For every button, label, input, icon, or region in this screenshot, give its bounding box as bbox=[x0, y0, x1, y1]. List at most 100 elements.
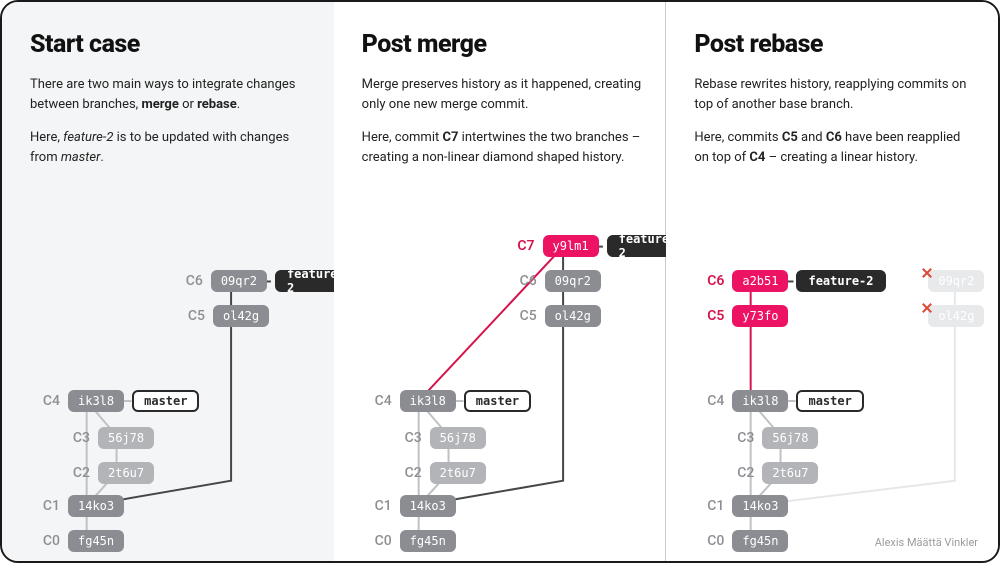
commit-hash: 2t6u7 bbox=[98, 462, 154, 484]
credit: Alexis Määttä Vinkler bbox=[875, 536, 978, 549]
commit-c4: C4 ik3l8 master bbox=[696, 390, 863, 412]
commit-label: C3 bbox=[394, 430, 422, 446]
branch-feature2: feature-2 bbox=[796, 270, 885, 292]
commit-hash: fg45n bbox=[400, 530, 456, 552]
commit-c3: C3 56j78 bbox=[726, 427, 818, 449]
commit-hash: 14ko3 bbox=[400, 495, 456, 517]
branch-master: master bbox=[132, 390, 199, 412]
title-start: Start case bbox=[30, 30, 310, 59]
commit-ghost-c5: ol42g bbox=[928, 305, 984, 327]
commit-label: C2 bbox=[394, 465, 422, 481]
commit-hash: ol42g bbox=[545, 305, 601, 327]
commit-hash: 56j78 bbox=[98, 427, 154, 449]
diagram-merge: C0 fg45n C1 14ko3 C2 2t6u7 C3 56j78 C4 bbox=[334, 241, 666, 561]
bold-rebase: rebase bbox=[197, 97, 237, 112]
commit-c0: C0 fg45n bbox=[364, 530, 456, 552]
commit-label: C6 bbox=[696, 273, 724, 289]
rebase-p1: Rebase rewrites history, reapplying comm… bbox=[694, 75, 974, 114]
commit-label: C2 bbox=[726, 465, 754, 481]
commit-c4: C4 ik3l8 master bbox=[32, 390, 199, 412]
col-start: Start case There are two main ways to in… bbox=[2, 2, 334, 561]
text: Here, commits bbox=[694, 130, 782, 145]
commit-hash: 09qr2 bbox=[211, 270, 267, 292]
commit-label: C6 bbox=[509, 273, 537, 289]
text: and bbox=[798, 130, 826, 145]
merge-p1: Merge preserves history as it happened, … bbox=[362, 75, 642, 114]
commit-hash: a2b51 bbox=[732, 270, 788, 292]
branch-master: master bbox=[796, 390, 863, 412]
title-merge: Post merge bbox=[362, 30, 642, 59]
delete-x-icon bbox=[922, 303, 932, 313]
commit-label: C0 bbox=[696, 533, 724, 549]
col-merge: Post merge Merge preserves history as it… bbox=[334, 2, 667, 561]
commit-c1: C1 14ko3 bbox=[696, 495, 788, 517]
commit-c5: C5 ol42g bbox=[509, 305, 601, 327]
commit-hash: 2t6u7 bbox=[762, 462, 818, 484]
start-p2: Here, feature-2 is to be updated with ch… bbox=[30, 128, 310, 167]
commit-c4: C4 ik3l8 master bbox=[364, 390, 531, 412]
commit-hash: 14ko3 bbox=[68, 495, 124, 517]
text: or bbox=[179, 97, 197, 112]
commit-c6: C6 09qr2 bbox=[509, 270, 601, 292]
start-p1: There are two main ways to integrate cha… bbox=[30, 75, 310, 114]
text: . bbox=[100, 150, 103, 165]
commit-label: C4 bbox=[696, 393, 724, 409]
commit-label: C5 bbox=[177, 308, 205, 324]
commit-c0: C0 fg45n bbox=[696, 530, 788, 552]
bold-c4: C4 bbox=[749, 150, 765, 165]
commit-hash: fg45n bbox=[732, 530, 788, 552]
commit-label: C5 bbox=[696, 308, 724, 324]
merge-p2: Here, commit C7 intertwines the two bran… bbox=[362, 128, 642, 167]
commit-c5-new: C5 y73fo bbox=[696, 305, 788, 327]
commit-hash: y9lm1 bbox=[543, 235, 599, 257]
diagram-rebase: C0 fg45n C1 14ko3 C2 2t6u7 C3 56j78 C4 bbox=[666, 241, 998, 561]
diagram-frame: Start case There are two main ways to in… bbox=[0, 0, 1000, 563]
commit-hash: y73fo bbox=[732, 305, 788, 327]
commit-c0: C0 fg45n bbox=[32, 530, 124, 552]
commit-hash: ol42g bbox=[213, 305, 269, 327]
diagram-start: C0 fg45n C1 14ko3 C2 2t6u7 C3 56j78 C4 bbox=[2, 241, 334, 561]
branch-master: master bbox=[464, 390, 531, 412]
commit-c2: C2 2t6u7 bbox=[62, 462, 154, 484]
commit-label: C0 bbox=[32, 533, 60, 549]
commit-c1: C1 14ko3 bbox=[364, 495, 456, 517]
commit-label: C2 bbox=[62, 465, 90, 481]
text: Here, bbox=[30, 130, 63, 145]
text: . bbox=[237, 97, 240, 112]
italic-master: master bbox=[61, 150, 101, 165]
commit-label: C3 bbox=[726, 430, 754, 446]
commit-label: C7 bbox=[509, 238, 535, 254]
commit-label: C3 bbox=[62, 430, 90, 446]
commit-hash: ik3l8 bbox=[732, 390, 788, 412]
commit-hash: 2t6u7 bbox=[430, 462, 486, 484]
commit-c7: C7 y9lm1 feature-2 bbox=[509, 235, 691, 257]
commit-label: C6 bbox=[177, 273, 203, 289]
commit-hash: ik3l8 bbox=[400, 390, 456, 412]
commit-label: C4 bbox=[32, 393, 60, 409]
commit-label: C0 bbox=[364, 533, 392, 549]
commit-hash: 56j78 bbox=[430, 427, 486, 449]
text: Here, commit bbox=[362, 130, 443, 145]
text: – creating a linear history. bbox=[765, 150, 918, 165]
bold-c7: C7 bbox=[442, 130, 458, 145]
commit-c6: C6 09qr2 feature-2 bbox=[177, 270, 359, 292]
title-rebase: Post rebase bbox=[694, 30, 974, 59]
bold-c6: C6 bbox=[826, 130, 842, 145]
commit-label: C1 bbox=[696, 498, 724, 514]
commit-c5: C5 ol42g bbox=[177, 305, 269, 327]
commit-c6-new: C6 a2b51 feature-2 bbox=[696, 270, 885, 292]
commit-ghost-c6: 09qr2 bbox=[928, 270, 984, 292]
columns: Start case There are two main ways to in… bbox=[2, 2, 998, 561]
commit-c3: C3 56j78 bbox=[62, 427, 154, 449]
commit-c2: C2 2t6u7 bbox=[726, 462, 818, 484]
commit-hash-ghost: ol42g bbox=[928, 305, 984, 327]
delete-x-icon bbox=[922, 268, 932, 278]
commit-label: C4 bbox=[364, 393, 392, 409]
commit-hash: ik3l8 bbox=[68, 390, 124, 412]
commit-c1: C1 14ko3 bbox=[32, 495, 124, 517]
commit-label: C5 bbox=[509, 308, 537, 324]
commit-hash-ghost: 09qr2 bbox=[928, 270, 984, 292]
commit-hash: fg45n bbox=[68, 530, 124, 552]
col-rebase: Post rebase Rebase rewrites history, rea… bbox=[666, 2, 998, 561]
bold-c5: C5 bbox=[782, 130, 798, 145]
